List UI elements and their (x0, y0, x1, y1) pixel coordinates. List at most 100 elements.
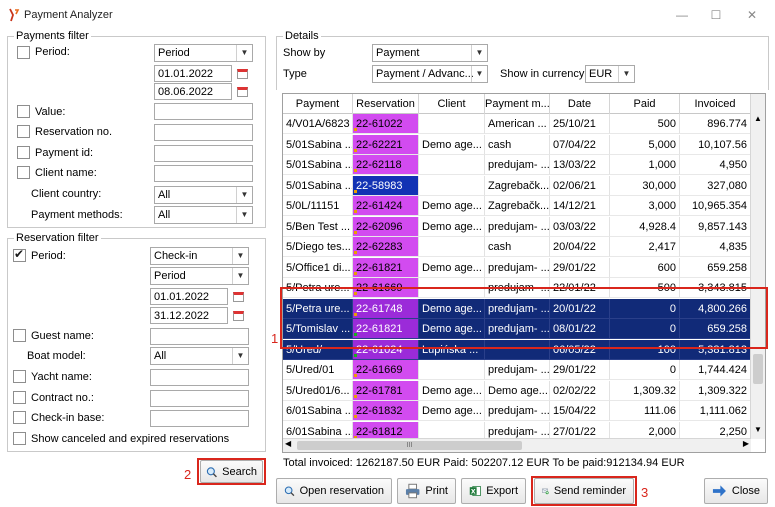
show-by-select[interactable]: Payment ▼ (372, 44, 488, 62)
checkin-base-input[interactable] (150, 410, 249, 427)
reservation-date-from-input[interactable]: 01.01.2022 (150, 288, 228, 305)
print-button[interactable]: Print (397, 478, 456, 504)
column-header[interactable]: Invoiced (680, 94, 751, 114)
boat-model-value: All (154, 350, 167, 362)
payment-id-checkbox[interactable] (17, 146, 30, 159)
scroll-left-icon[interactable]: ◀ (285, 439, 291, 448)
send-reminder-button[interactable]: Send reminder (534, 478, 634, 504)
table-row[interactable]: 5/01Sabina ... 22-62221 Demo age... cash 07/… (283, 134, 751, 155)
column-header[interactable]: Client (419, 94, 485, 114)
table-row[interactable]: 5/Ured01/6... 22-61781 Demo age... Demo age… (283, 380, 751, 401)
payment-methods-select[interactable]: All ▼ (154, 206, 253, 224)
scroll-up-icon[interactable]: ▲ (751, 114, 765, 126)
search-button[interactable]: Search (200, 460, 263, 483)
table-cell-client: Demo age... (419, 196, 485, 216)
calendar-icon[interactable] (233, 83, 251, 100)
currency-select[interactable]: EUR ▼ (585, 65, 635, 83)
column-header[interactable]: Payment (283, 94, 353, 114)
client-name-input[interactable] (154, 165, 253, 182)
status-dot (354, 210, 357, 213)
payment-date-to-input[interactable]: 08.06.2022 (154, 83, 232, 100)
type-select[interactable]: Payment / Advanc... ▼ (372, 65, 488, 83)
table-cell-reservation: 22-61669 (353, 360, 419, 380)
contract-no-checkbox[interactable] (13, 391, 26, 404)
open-reservation-label: Open reservation (299, 485, 384, 497)
table-cell-reservation: 22-62118 (353, 155, 419, 175)
search-icon (206, 466, 217, 477)
horizontal-scrollbar[interactable]: ◀ III ▶ (283, 438, 751, 452)
calendar-icon[interactable] (229, 307, 247, 324)
column-header[interactable]: Payment m... (485, 94, 550, 114)
reservation-period-select-value: Period (154, 270, 186, 282)
table-cell-invoiced: 4,835 (680, 237, 751, 257)
value-input[interactable] (154, 103, 253, 120)
guest-name-checkbox[interactable] (13, 329, 26, 342)
reservation-period-type-select[interactable]: Check-in ▼ (150, 247, 249, 265)
payment-period-select-value: Period (158, 47, 190, 59)
client-name-checkbox[interactable] (17, 166, 30, 179)
column-header[interactable]: Reservation (353, 94, 419, 114)
table-row[interactable]: 5/Office1 di... 22-61821 Demo age... preduj… (283, 257, 751, 278)
table-cell-method: predujam- ... (485, 155, 550, 175)
table-row[interactable]: 5/Ured/01 22-61669 predujam- ... 29/01/22 0 1… (283, 360, 751, 380)
chevron-down-icon: ▼ (236, 207, 252, 223)
totals-text: Total invoiced: 1262187.50 EUR Paid: 502… (283, 457, 685, 469)
reservation-no-checkbox[interactable] (17, 125, 30, 138)
table-row[interactable]: 5/0L/11151 22-61424 Demo age... Zagrebačk..… (283, 196, 751, 216)
payment-period-select[interactable]: Period ▼ (154, 44, 253, 62)
payment-id-input[interactable] (154, 145, 253, 162)
excel-icon: X (469, 486, 481, 496)
calendar-icon[interactable] (229, 288, 247, 305)
table-cell-payment: 5/Diego tes... (283, 237, 353, 257)
vertical-scrollbar[interactable]: ▲ ▼ (750, 94, 765, 439)
payments-filter-legend: Payments filter (14, 30, 91, 42)
table-row[interactable]: 5/01Sabina ... 22-62118 predujam- ... 13/03… (283, 155, 751, 175)
boat-model-select[interactable]: All ▼ (150, 347, 249, 365)
table-cell-paid: 1,000 (610, 155, 680, 175)
reservation-period-select[interactable]: Period ▼ (150, 267, 249, 285)
contract-no-label: Contract no.: (31, 392, 94, 404)
payment-period-checkbox[interactable] (17, 46, 30, 59)
guest-name-input[interactable] (150, 328, 249, 345)
maximize-button[interactable]: ☐ (698, 4, 734, 26)
show-canceled-checkbox[interactable] (13, 432, 26, 445)
table-cell-client: Demo age... (419, 401, 485, 421)
close-window-button[interactable]: ✕ (734, 4, 770, 26)
payments-table[interactable]: Payment Reservation Client Payment m... Date… (282, 93, 766, 453)
checkin-base-checkbox[interactable] (13, 411, 26, 424)
reservation-date-to-input[interactable]: 31.12.2022 (150, 307, 228, 324)
table-row[interactable]: 5/01Sabina ... 22-58983 Zagrebačk... 02/06/… (283, 175, 751, 196)
status-dot (354, 128, 357, 131)
reservation-period-checkbox[interactable] (13, 247, 26, 262)
horizontal-scroll-thumb[interactable]: III (297, 441, 522, 450)
table-cell-reservation: 22-61022 (353, 114, 419, 134)
yacht-name-input[interactable] (150, 369, 249, 386)
contract-no-input[interactable] (150, 390, 249, 407)
vertical-scroll-thumb[interactable] (753, 354, 763, 384)
column-header[interactable]: Date (550, 94, 610, 114)
table-cell-paid: 111.06 (610, 401, 680, 421)
table-cell-reservation: 22-61821 (353, 257, 419, 278)
table-row[interactable]: 5/Ben Test ... 22-62096 Demo age... preduja… (283, 216, 751, 237)
table-cell-payment: 5/Ured01/6... (283, 380, 353, 401)
minimize-button[interactable]: — (664, 4, 700, 26)
client-country-select[interactable]: All ▼ (154, 186, 253, 204)
table-row[interactable]: 4/V01A/6823 22-61022 American ... 25/10/21 5… (283, 114, 751, 134)
payment-date-from-input[interactable]: 01.01.2022 (154, 65, 232, 82)
yacht-name-checkbox[interactable] (13, 370, 26, 383)
close-button[interactable]: Close (704, 478, 768, 504)
column-header[interactable]: Paid (610, 94, 680, 114)
export-button[interactable]: X Export (461, 478, 526, 504)
scroll-down-icon[interactable]: ▼ (751, 425, 765, 437)
calendar-icon[interactable] (233, 65, 251, 82)
open-reservation-button[interactable]: Open reservation (276, 478, 392, 504)
status-dot (354, 271, 357, 275)
title-bar: Payment Analyzer — ☐ ✕ (0, 0, 775, 30)
table-row[interactable]: 6/01Sabina ... 22-61832 Demo age... preduja… (283, 401, 751, 421)
scroll-right-icon[interactable]: ▶ (743, 439, 749, 448)
reservation-no-input[interactable] (154, 124, 253, 141)
table-cell-client: Demo age... (419, 257, 485, 278)
table-row[interactable]: 5/Diego tes... 22-62283 cash 20/04/22 2,417 4… (283, 237, 751, 257)
value-checkbox[interactable] (17, 105, 30, 118)
reservation-number: 22-61832 (356, 405, 403, 417)
